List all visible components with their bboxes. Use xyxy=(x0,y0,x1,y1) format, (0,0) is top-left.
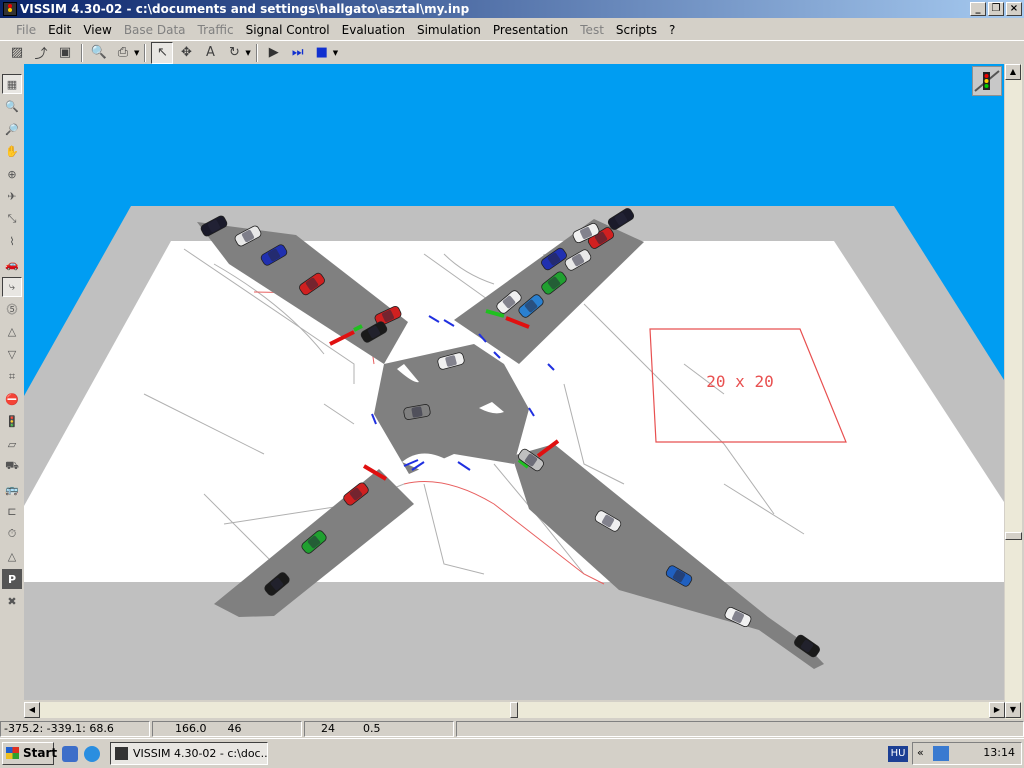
taskbar: Start VISSIM 4.30-02 - c:\doc... HU « 13… xyxy=(0,738,1024,768)
rotate-dropdown-icon[interactable]: ▼ xyxy=(245,49,250,57)
zoom-in-icon[interactable]: 🔍 xyxy=(2,97,22,117)
internet-explorer-icon[interactable] xyxy=(84,746,100,762)
horizontal-scrollbar[interactable]: ◀ ▶ xyxy=(24,702,1005,718)
text-label-icon[interactable]: A xyxy=(199,42,221,64)
travel-times-icon[interactable]: ⏱ xyxy=(2,524,22,544)
parking-lots-icon[interactable]: P xyxy=(2,569,22,589)
transit-lines-icon[interactable]: 🚌 xyxy=(2,479,22,499)
menu-edit[interactable]: Edit xyxy=(42,20,77,40)
select-pointer-icon[interactable]: ↖ xyxy=(151,41,174,64)
pan-hand-icon[interactable]: ✋ xyxy=(2,142,22,162)
scroll-right-icon[interactable]: ▶ xyxy=(989,702,1005,718)
single-step-icon[interactable]: ⏭ xyxy=(287,42,309,64)
rotate-view-icon[interactable]: ⊕ xyxy=(2,164,22,184)
routes-icon[interactable]: ⤷ xyxy=(2,276,22,297)
left-tool-palette: ▦ 🔍 🔎 ✋ ⊕ ✈ ⤡ ⌇ 🚗 ⤷ ⓹ △ ▽ ⌗ ⛔ 🚦 ▱ ⛟ 🚌 ⊏ … xyxy=(0,72,24,702)
signal-head-icon[interactable]: 🚦 xyxy=(2,412,22,432)
network-tray-icon[interactable] xyxy=(933,746,949,761)
pedestrian-areas-icon[interactable]: ✖ xyxy=(2,592,22,612)
taskbar-vissim-button[interactable]: VISSIM 4.30-02 - c:\doc... xyxy=(110,742,268,765)
open-icon[interactable]: ⤴ xyxy=(30,42,52,64)
traffic-light-app-icon[interactable] xyxy=(3,2,17,16)
stop-sign-icon[interactable]: ⛔ xyxy=(2,389,22,409)
window-controls: _ ❐ × xyxy=(970,2,1022,16)
vehicle-inputs-icon[interactable]: 🚗 xyxy=(2,254,22,274)
network-3d-viewport[interactable]: 20 x 20 xyxy=(24,64,1004,700)
menu-evaluation[interactable]: Evaluation xyxy=(336,20,411,40)
detectors-icon[interactable]: ▱ xyxy=(2,434,22,454)
show-desktop-icon[interactable] xyxy=(62,746,78,762)
fly-mode-icon[interactable]: ✈ xyxy=(2,187,22,207)
menu-traffic[interactable]: Traffic xyxy=(192,20,240,40)
menu-help[interactable]: ? xyxy=(663,20,681,40)
menu-view[interactable]: View xyxy=(77,20,117,40)
stop-icon[interactable]: ■ xyxy=(311,42,333,64)
rotate-mode-icon[interactable]: ✥ xyxy=(175,42,197,64)
connectors-icon[interactable]: ⌇ xyxy=(2,232,22,252)
rotate-3d-icon[interactable]: ↻ xyxy=(223,42,245,64)
queue-counters-icon[interactable]: △ xyxy=(2,547,22,567)
network-view-icon[interactable]: ▦ xyxy=(2,74,22,94)
vissim-app: VISSIM 4.30-02 - c:\documents and settin… xyxy=(0,0,1024,768)
status-coordinates: -375.2: -339.1: 68.6 xyxy=(0,721,150,737)
toolbar-separator xyxy=(81,43,83,62)
windows-flag-icon xyxy=(6,747,19,759)
scroll-left-icon[interactable]: ◀ xyxy=(24,702,40,718)
play-icon[interactable]: ▶ xyxy=(263,42,285,64)
toolbar-separator xyxy=(144,43,147,62)
print-dropdown-icon[interactable]: ▼ xyxy=(134,49,139,57)
restore-button[interactable]: ❐ xyxy=(988,2,1004,16)
taskbar-clock[interactable]: 13:14 xyxy=(983,746,1015,759)
menu-presentation[interactable]: Presentation xyxy=(487,20,574,40)
priority-rules-icon[interactable]: ▽ xyxy=(2,344,22,364)
status-bar: -375.2: -339.1: 68.6 166.0 46 24 0.5 xyxy=(0,720,1024,738)
signal-control-overlay-icon[interactable] xyxy=(972,66,1002,96)
start-label: Start xyxy=(23,746,58,760)
menu-signal-control[interactable]: Signal Control xyxy=(240,20,336,40)
horizontal-scroll-thumb[interactable] xyxy=(510,702,518,718)
menu-base-data[interactable]: Base Data xyxy=(118,20,192,40)
print-icon[interactable]: ⎙ xyxy=(112,42,134,64)
title-bar: VISSIM 4.30-02 - c:\documents and settin… xyxy=(0,0,1024,18)
reduced-speed-icon[interactable]: △ xyxy=(2,322,22,342)
menu-bar: File Edit View Base Data Traffic Signal … xyxy=(0,19,1024,40)
status-cell-4 xyxy=(456,721,1024,737)
scene-svg: 20 x 20 xyxy=(24,206,1004,700)
language-indicator[interactable]: HU xyxy=(888,746,908,762)
simulation-dropdown-icon[interactable]: ▼ xyxy=(333,49,338,57)
map-scale-label: 20 x 20 xyxy=(706,372,773,391)
speed-limit-icon[interactable]: ⓹ xyxy=(2,299,22,319)
traffic-light-task-icon xyxy=(115,747,128,760)
window-title: VISSIM 4.30-02 - c:\documents and settin… xyxy=(20,2,470,16)
conflict-areas-icon[interactable]: ⌗ xyxy=(2,367,22,387)
vertical-scroll-thumb[interactable] xyxy=(1005,532,1022,540)
taskbar-vissim-label: VISSIM 4.30-02 - c:\doc... xyxy=(133,747,268,760)
status-cell-3: 24 0.5 xyxy=(304,721,454,737)
vertical-scrollbar[interactable]: ▲ ▼ xyxy=(1005,64,1022,719)
close-button[interactable]: × xyxy=(1006,2,1022,16)
menu-simulation[interactable]: Simulation xyxy=(411,20,487,40)
menu-file[interactable]: File xyxy=(10,20,42,40)
main-toolbar: ▨ ⤴ ▣ 🔍 ⎙ ▼ ↖ ✥ A ↻ ▼ ▶ ⏭ ■ ▼ xyxy=(0,40,1024,64)
tray-expand-icon[interactable]: « xyxy=(917,746,924,759)
menu-scripts[interactable]: Scripts xyxy=(610,20,663,40)
links-icon[interactable]: ⤡ xyxy=(2,209,22,229)
print-preview-icon[interactable]: 🔍 xyxy=(88,42,110,64)
toolbar-separator xyxy=(255,43,258,62)
new-network-icon[interactable]: ▨ xyxy=(6,42,28,64)
save-icon[interactable]: ▣ xyxy=(54,42,76,64)
scroll-down-icon[interactable]: ▼ xyxy=(1005,702,1021,718)
nodes-icon[interactable]: ⊏ xyxy=(2,502,22,522)
minimize-button[interactable]: _ xyxy=(970,2,986,16)
status-cell-2: 166.0 46 xyxy=(152,721,302,737)
zoom-out-icon[interactable]: 🔎 xyxy=(2,119,22,139)
system-tray: « 13:14 xyxy=(912,742,1022,765)
scroll-up-icon[interactable]: ▲ xyxy=(1005,64,1021,80)
transit-stops-icon[interactable]: ⛟ xyxy=(2,457,22,477)
start-button[interactable]: Start xyxy=(2,742,58,765)
menu-test[interactable]: Test xyxy=(574,20,610,40)
